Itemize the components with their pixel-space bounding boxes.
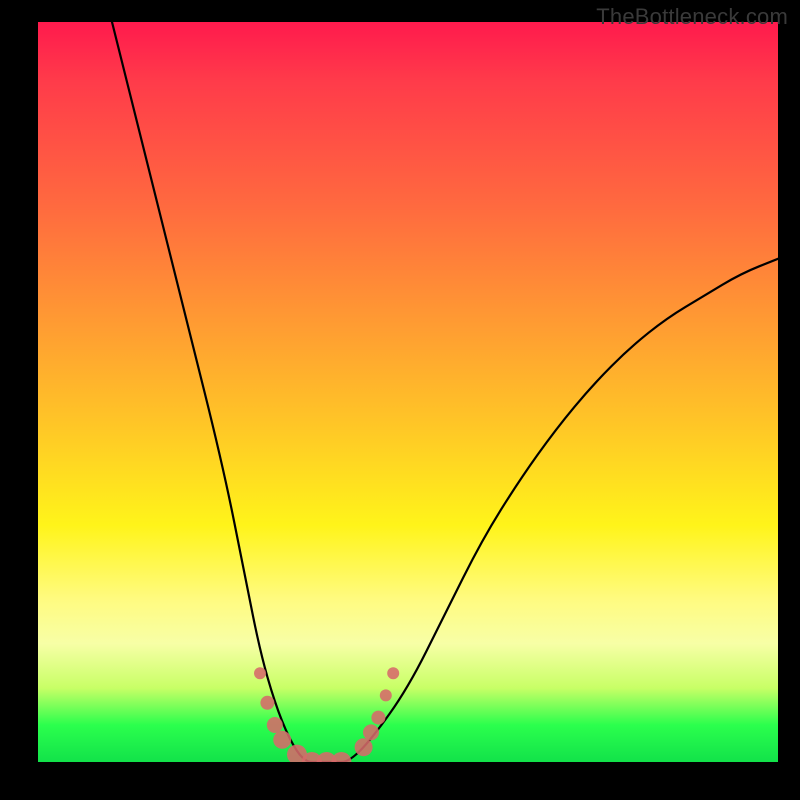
marker-point bbox=[371, 711, 385, 725]
marker-point bbox=[363, 724, 379, 740]
marker-point bbox=[254, 667, 266, 679]
chart-frame: TheBottleneck.com bbox=[0, 0, 800, 800]
watermark-label: TheBottleneck.com bbox=[596, 4, 788, 30]
marker-point bbox=[380, 689, 392, 701]
marker-point bbox=[273, 731, 291, 749]
marker-point bbox=[355, 738, 373, 756]
marker-point bbox=[387, 667, 399, 679]
chart-plot-area bbox=[38, 22, 778, 762]
marker-point bbox=[331, 752, 351, 762]
marker-point bbox=[260, 696, 274, 710]
chart-overlay bbox=[38, 22, 778, 762]
marker-point bbox=[267, 717, 283, 733]
bottleneck-curve bbox=[112, 22, 778, 762]
highlighted-points bbox=[254, 667, 399, 762]
